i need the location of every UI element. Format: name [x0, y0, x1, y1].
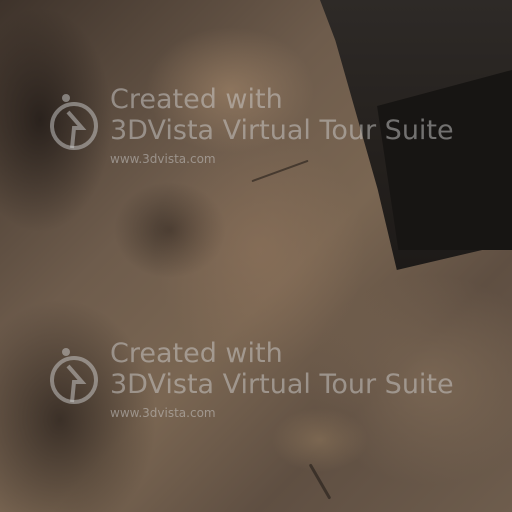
watermark-url: www.3dvista.com — [110, 152, 216, 166]
watermark-bottom: Created with 3DVista Virtual Tour Suite … — [48, 338, 508, 420]
panorama-floor-texture: Created with 3DVista Virtual Tour Suite … — [0, 0, 512, 512]
watermark-top: Created with 3DVista Virtual Tour Suite … — [48, 84, 508, 166]
3dvista-logo-icon — [50, 348, 98, 404]
floor-crack — [308, 463, 332, 500]
watermark-line2: 3DVista Virtual Tour Suite — [110, 115, 454, 146]
watermark-line1: Created with — [110, 338, 283, 369]
watermark-line1: Created with — [110, 84, 283, 115]
watermark-line2: 3DVista Virtual Tour Suite — [110, 369, 454, 400]
watermark-url: www.3dvista.com — [110, 406, 216, 420]
3dvista-logo-icon — [50, 94, 98, 150]
